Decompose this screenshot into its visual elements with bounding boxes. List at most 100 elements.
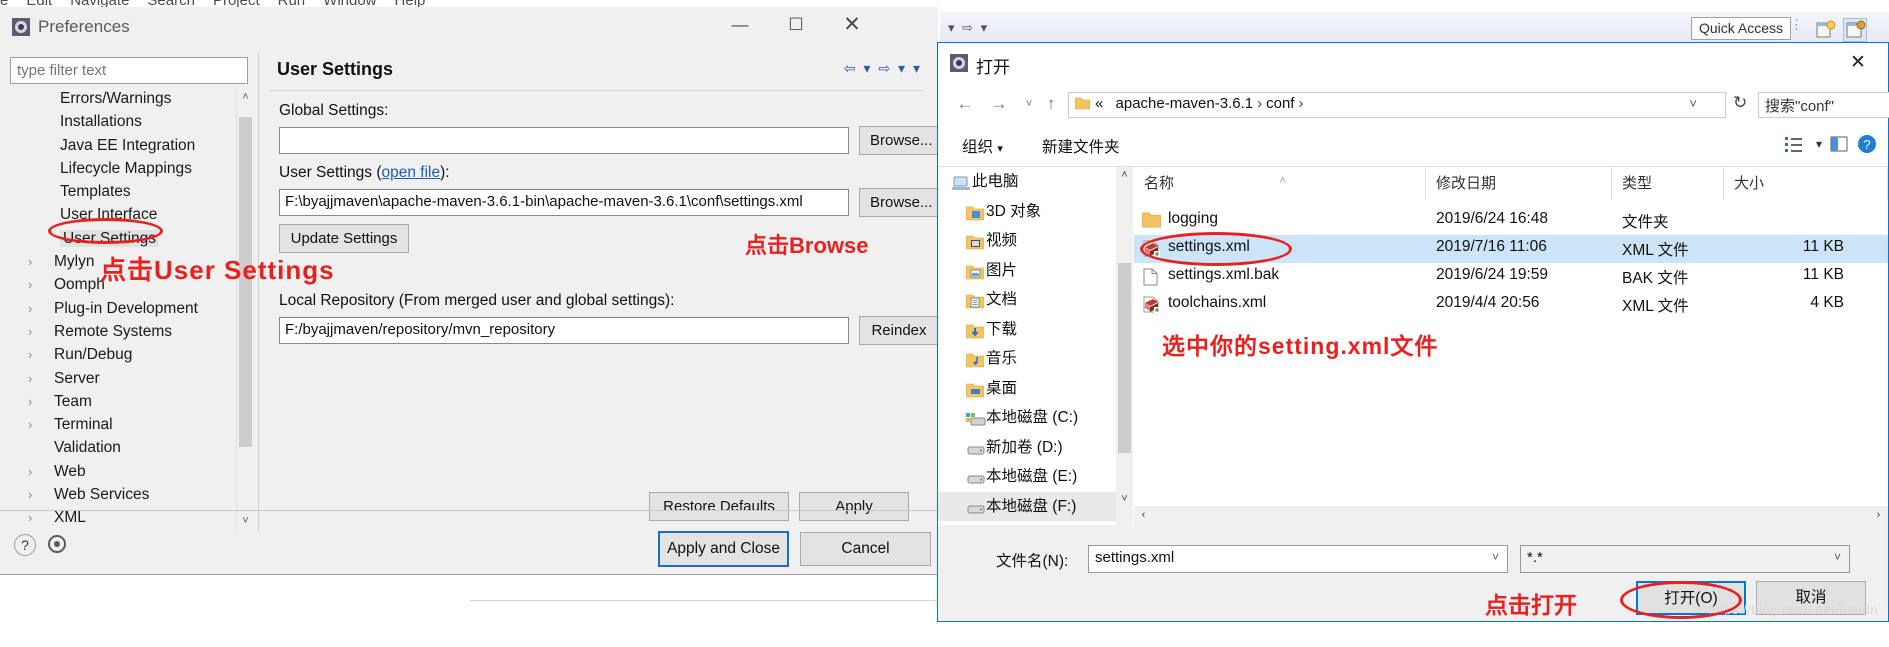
apply-and-close-button[interactable]: Apply and Close bbox=[658, 531, 789, 567]
chevron-right-icon[interactable]: › bbox=[28, 297, 32, 320]
view-options-icon[interactable] bbox=[1782, 133, 1804, 160]
back-dropdown-icon[interactable]: ▾ bbox=[864, 60, 871, 76]
filter-input[interactable] bbox=[10, 57, 248, 84]
column-header-0[interactable]: 名称 ˄ bbox=[1134, 167, 1426, 200]
back-icon[interactable]: ← bbox=[952, 92, 978, 116]
breadcrumb-dropdown-icon[interactable]: ˅ bbox=[1689, 96, 1697, 111]
nav-item-9[interactable]: 新加卷 (D:) bbox=[938, 433, 1116, 463]
nav-item-5[interactable]: 下载 bbox=[938, 315, 1116, 345]
file-row[interactable]: logging 2019/6/24 16:48 文件夹 bbox=[1134, 207, 1888, 235]
chevron-right-icon[interactable]: › bbox=[28, 273, 32, 296]
reindex-button[interactable]: Reindex bbox=[859, 316, 939, 345]
column-header-1[interactable]: 修改日期 bbox=[1426, 167, 1612, 200]
forward-dropdown-icon[interactable]: ▾ bbox=[898, 60, 905, 76]
filename-input[interactable]: settings.xml ˅ bbox=[1088, 545, 1508, 573]
chevron-right-icon[interactable]: › bbox=[28, 460, 32, 483]
restore-defaults-button[interactable]: Restore Defaults bbox=[649, 492, 789, 521]
nav-item-8[interactable]: 本地磁盘 (C:) bbox=[938, 403, 1116, 433]
tree-item-lifecycle-mappings[interactable]: Lifecycle Mappings bbox=[10, 157, 253, 180]
nav-item-10[interactable]: 本地磁盘 (E:) bbox=[938, 462, 1116, 492]
minimize-button[interactable]: — bbox=[712, 7, 768, 43]
tree-item-java-ee-integration[interactable]: Java EE Integration bbox=[10, 134, 253, 157]
toolbar-drag-handle[interactable]: ⋮ bbox=[1790, 18, 1803, 31]
chevron-right-icon[interactable]: › bbox=[28, 343, 32, 366]
hscroll-thumb[interactable] bbox=[1153, 509, 1869, 522]
tree-item-plug-in-development[interactable]: › Plug-in Development bbox=[10, 297, 253, 320]
nav-item-7[interactable]: 桌面 bbox=[938, 374, 1116, 404]
open-dialog-close-icon[interactable]: ✕ bbox=[1838, 49, 1878, 77]
tree-item-errors-warnings[interactable]: Errors/Warnings bbox=[10, 87, 253, 110]
tree-item-web-services[interactable]: › Web Services bbox=[10, 483, 253, 506]
tree-item-terminal[interactable]: › Terminal bbox=[10, 413, 253, 436]
new-folder-button[interactable]: 新建文件夹 bbox=[1042, 135, 1120, 157]
back-arrow-icon[interactable]: ⇦ bbox=[844, 60, 856, 76]
refresh-icon[interactable]: ↻ bbox=[1733, 93, 1747, 113]
chevron-right-icon[interactable]: › bbox=[28, 413, 32, 436]
local-repository-input[interactable]: F:/byajjmaven/repository/mvn_repository bbox=[279, 317, 849, 344]
perspective-java-ee-icon[interactable] bbox=[1843, 18, 1867, 42]
preferences-tree[interactable]: Errors/Warnings Installations Java EE Inte… bbox=[10, 87, 253, 527]
breadcrumb-part-1[interactable]: conf bbox=[1266, 95, 1294, 112]
scroll-down-icon[interactable]: ˅ bbox=[237, 513, 254, 530]
chevron-right-icon[interactable]: › bbox=[28, 390, 32, 413]
nav-item-0[interactable]: 此电脑 bbox=[938, 167, 1116, 197]
update-settings-button[interactable]: Update Settings bbox=[279, 224, 409, 253]
forward-arrow-icon[interactable]: ⇨ bbox=[878, 60, 890, 76]
tree-item-remote-systems[interactable]: › Remote Systems bbox=[10, 320, 253, 343]
navigation-pane-scrollbar[interactable]: ˄ ˅ bbox=[1116, 167, 1133, 525]
preview-pane-icon[interactable] bbox=[1828, 133, 1850, 160]
column-header-3[interactable]: 大小 bbox=[1724, 167, 1888, 200]
tree-item-web[interactable]: › Web bbox=[10, 460, 253, 483]
hscroll-right-icon[interactable]: › bbox=[1869, 506, 1888, 525]
filetype-select[interactable]: *.* ˅ bbox=[1520, 545, 1850, 573]
navigation-pane[interactable]: 此电脑 3D 对象 视频 图片 文档 下载 音乐 桌面 本地磁盘 (C:) 新加卷 (D:) 本地磁… bbox=[938, 167, 1116, 525]
hscroll-left-icon[interactable]: ‹ bbox=[1134, 506, 1153, 525]
nav-item-6[interactable]: 音乐 bbox=[938, 344, 1116, 374]
apply-button[interactable]: Apply bbox=[799, 492, 909, 521]
chevron-right-icon[interactable]: › bbox=[28, 483, 32, 506]
nav-item-1[interactable]: 3D 对象 bbox=[938, 197, 1116, 227]
cancel-button-preferences[interactable]: Cancel bbox=[800, 532, 931, 566]
breadcrumb-part-0[interactable]: apache-maven-3.6.1 bbox=[1116, 95, 1254, 112]
user-settings-input[interactable]: F:\byajjmaven\apache-maven-3.6.1-bin\apa… bbox=[279, 189, 849, 216]
user-settings-browse-button[interactable]: Browse... bbox=[859, 188, 939, 217]
tree-item-validation[interactable]: Validation bbox=[10, 436, 253, 459]
quick-access-field[interactable]: Quick Access bbox=[1690, 17, 1791, 40]
nav-item-2[interactable]: 视频 bbox=[938, 226, 1116, 256]
breadcrumb[interactable]: « apache-maven-3.6.1 › conf › ˅ bbox=[1068, 92, 1726, 118]
filetype-dropdown-icon[interactable]: ˅ bbox=[1834, 550, 1841, 564]
file-row[interactable]: toolchains.xml 2019/4/4 20:56 XML 文件 4 KB bbox=[1134, 291, 1888, 319]
tree-item-templates[interactable]: Templates bbox=[10, 180, 253, 203]
maximize-button[interactable]: ☐ bbox=[768, 7, 824, 43]
global-settings-input[interactable] bbox=[279, 127, 849, 154]
nav-scroll-thumb[interactable] bbox=[1118, 263, 1131, 453]
nav-item-11[interactable]: 本地磁盘 (F:) bbox=[938, 491, 1116, 521]
nav-scroll-up-icon[interactable]: ˄ bbox=[1116, 167, 1133, 184]
scroll-up-icon[interactable]: ˄ bbox=[237, 89, 254, 106]
help-icon[interactable]: ? bbox=[14, 534, 36, 556]
tree-item-server[interactable]: › Server bbox=[10, 367, 253, 390]
nav-item-3[interactable]: 图片 bbox=[938, 256, 1116, 286]
preferences-tree-scrollbar[interactable]: ˄ ˅ bbox=[236, 87, 253, 532]
nav-scroll-down-icon[interactable]: ˅ bbox=[1116, 491, 1133, 508]
help-icon-dialog[interactable]: ? bbox=[1856, 133, 1878, 160]
toolbar-arrows-icon[interactable]: ▾ ⇨ ▾ bbox=[948, 20, 989, 36]
column-header-2[interactable]: 类型 bbox=[1612, 167, 1724, 200]
nav-item-4[interactable]: 文档 bbox=[938, 285, 1116, 315]
organize-menu[interactable]: 组织 ▾ bbox=[962, 135, 1003, 157]
chevron-right-icon[interactable]: › bbox=[28, 320, 32, 343]
close-button[interactable]: ✕ bbox=[824, 7, 880, 43]
chevron-right-icon[interactable]: › bbox=[28, 250, 32, 273]
tree-item-run-debug[interactable]: › Run/Debug bbox=[10, 343, 253, 366]
up-icon[interactable]: ↑ bbox=[1038, 92, 1064, 116]
file-list-hscrollbar[interactable]: ‹ › bbox=[1134, 506, 1888, 525]
chevron-right-icon[interactable]: › bbox=[28, 367, 32, 390]
search-input[interactable]: 搜索"conf" ⌕ bbox=[1758, 92, 1889, 118]
organize-caret-icon[interactable]: ▾ bbox=[997, 143, 1003, 155]
tree-item-installations[interactable]: Installations bbox=[10, 110, 253, 133]
filename-dropdown-icon[interactable]: ˅ bbox=[1492, 550, 1499, 564]
view-dropdown-icon[interactable]: ▾ bbox=[1816, 137, 1822, 151]
perspective-open-icon[interactable] bbox=[1813, 18, 1837, 42]
global-settings-browse-button[interactable]: Browse... bbox=[859, 126, 939, 155]
forward-icon[interactable]: → bbox=[986, 92, 1012, 116]
